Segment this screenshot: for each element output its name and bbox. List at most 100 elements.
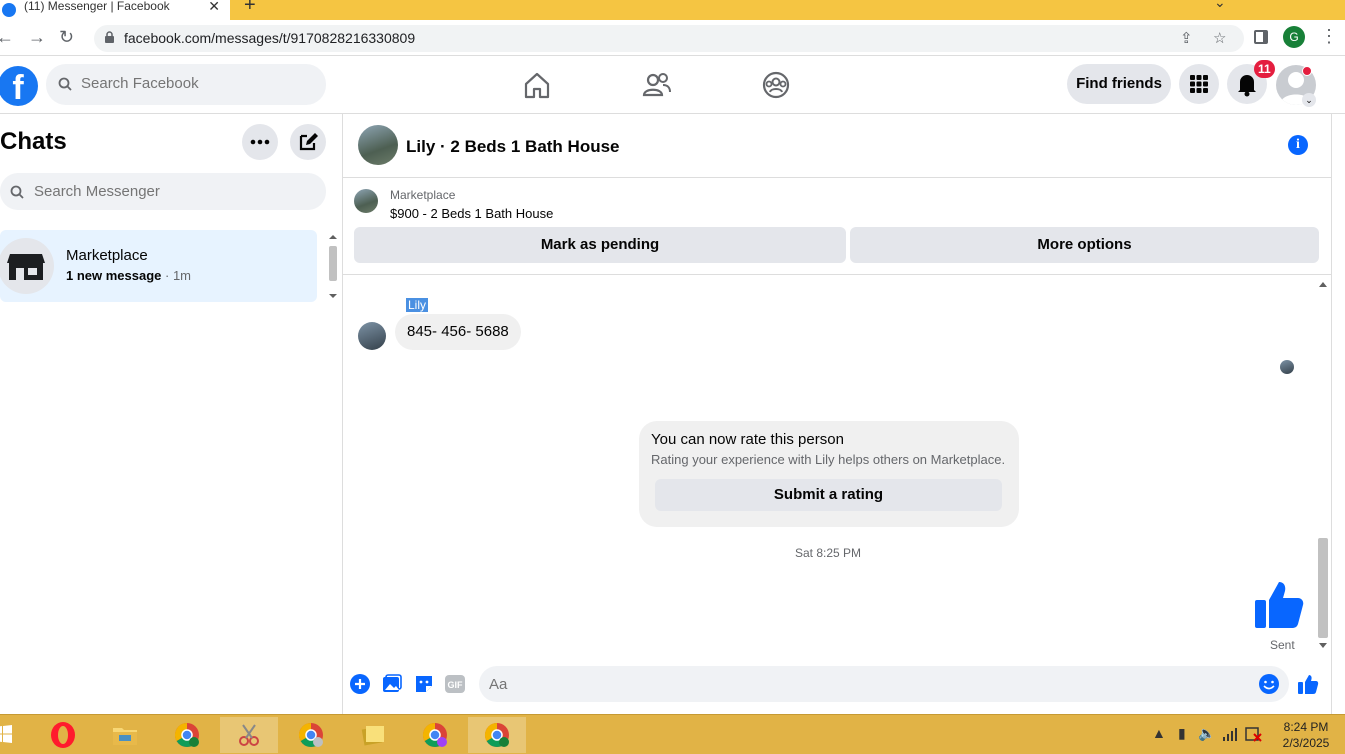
conversation-title[interactable]: Lily · 2 Beds 1 Bath House [406, 137, 620, 157]
tab-search-chevron-icon[interactable]: ⌄ [1214, 0, 1226, 11]
battery-icon[interactable]: ▮ [1178, 725, 1186, 742]
find-friends-button[interactable]: Find friends [1067, 64, 1171, 104]
tab-close-icon[interactable]: ✕ [208, 0, 220, 15]
rating-title: You can now rate this person [651, 431, 844, 448]
search-icon [58, 77, 72, 91]
chat-preview-text: 1 new message [66, 268, 162, 283]
chats-scrollbar[interactable] [327, 232, 339, 302]
compose-icon [299, 133, 318, 151]
taskbar-chrome-profile-2[interactable] [282, 717, 340, 753]
message-input[interactable] [479, 666, 1289, 702]
volume-icon[interactable]: 🔈 [1198, 725, 1215, 742]
listing-thumbnail[interactable] [354, 189, 378, 213]
folder-icon [113, 728, 137, 745]
windows-taskbar: ▲ ▮ 🔈 8:24 PM 2/3/2025 [0, 714, 1345, 754]
chat-time: · 1m [165, 268, 192, 283]
taskbar-chrome-profile-3[interactable] [406, 717, 464, 753]
bookmark-star-icon[interactable]: ☆ [1213, 29, 1226, 47]
facebook-favicon-icon [2, 3, 16, 17]
browser-tab-strip: (11) Messenger | Facebook ✕ + ⌄ [0, 0, 1345, 20]
taskbar-opera[interactable] [34, 717, 92, 753]
browser-tab-messenger[interactable]: (11) Messenger | Facebook ✕ [0, 0, 230, 20]
search-icon [10, 185, 24, 199]
facebook-header: f Find friends 11 ⌄ [0, 56, 1345, 114]
sticky-note-icon [361, 726, 384, 746]
back-arrow-icon[interactable]: ← [0, 27, 14, 48]
new-message-button[interactable] [290, 124, 326, 160]
more-options-button[interactable]: More options [850, 227, 1319, 263]
opera-icon [51, 722, 75, 748]
url-text[interactable]: facebook.com/messages/t/9170828216330809 [124, 30, 415, 46]
send-like-icon[interactable] [1297, 673, 1319, 695]
share-icon[interactable]: ⇪ [1180, 29, 1193, 47]
taskbar-chrome-profile-1[interactable] [158, 717, 216, 753]
rating-prompt-card: You can now rate this person Rating your… [639, 421, 1019, 527]
account-alert-dot [1302, 66, 1312, 76]
listing-source: Marketplace [390, 188, 456, 202]
chats-options-button[interactable] [242, 124, 278, 160]
chrome-icon [174, 723, 199, 748]
conversation-scrollbar[interactable] [1315, 276, 1331, 654]
mark-as-pending-button[interactable]: Mark as pending [354, 227, 846, 263]
sent-status: Sent [1270, 638, 1295, 652]
conversation-header: Lily · 2 Beds 1 Bath House i [343, 114, 1331, 178]
conversation-pane: Lily · 2 Beds 1 Bath House i Marketplace… [343, 114, 1331, 714]
browser-menu-icon[interactable]: ⋮ [1320, 26, 1338, 47]
address-bar[interactable]: facebook.com/messages/t/9170828216330809… [94, 25, 1244, 52]
messenger-search[interactable] [0, 173, 326, 210]
marketplace-avatar [0, 238, 54, 294]
side-panel-icon[interactable] [1254, 30, 1268, 44]
browser-toolbar: ← → ↻ facebook.com/messages/t/9170828216… [0, 20, 1345, 56]
sticker-icon[interactable] [413, 673, 435, 695]
friends-icon[interactable] [642, 70, 672, 100]
facebook-logo[interactable]: f [0, 66, 38, 106]
svg-text:GIF: GIF [448, 680, 464, 690]
info-icon[interactable]: i [1288, 135, 1308, 155]
messenger-search-input[interactable] [34, 183, 254, 200]
facebook-search-input[interactable] [81, 75, 301, 92]
message-bubble[interactable]: 845- 456- 5688 [395, 314, 521, 350]
browser-profile-avatar[interactable]: G [1283, 26, 1305, 48]
emoji-icon[interactable] [1258, 673, 1280, 695]
menu-button[interactable] [1179, 64, 1219, 104]
message-composer: GIF [343, 660, 1331, 710]
chat-list-item[interactable]: Marketplace 1 new message · 1m [0, 230, 317, 302]
taskbar-snipping-tool[interactable] [220, 717, 278, 753]
groups-icon[interactable] [761, 70, 791, 100]
photo-icon[interactable] [381, 673, 403, 695]
conversation-avatar[interactable] [358, 125, 398, 165]
message-list: Lily 845- 456- 5688 You can now rate thi… [343, 276, 1331, 656]
chrome-icon [422, 723, 447, 748]
taskbar-file-explorer[interactable] [96, 717, 154, 753]
rating-subtitle: Rating your experience with Lily helps o… [651, 452, 1006, 467]
gif-icon[interactable]: GIF [444, 673, 466, 695]
reload-icon[interactable]: ↻ [59, 27, 74, 48]
plus-icon[interactable] [349, 673, 371, 695]
more-dots-icon [250, 139, 270, 145]
chat-name: Marketplace [66, 247, 148, 264]
show-hidden-icons-chevron-icon[interactable]: ▲ [1152, 725, 1166, 741]
taskbar-chrome-profile-g[interactable] [468, 717, 526, 753]
facebook-search[interactable] [46, 64, 326, 105]
forward-arrow-icon[interactable]: → [28, 27, 46, 48]
window-right-edge [1331, 114, 1345, 714]
system-clock[interactable]: 8:24 PM 2/3/2025 [1276, 719, 1336, 751]
submit-rating-button[interactable]: Submit a rating [655, 479, 1002, 511]
thumbs-up-icon[interactable] [1251, 576, 1307, 632]
account-chevron-down-icon[interactable]: ⌄ [1302, 93, 1316, 107]
sender-avatar[interactable] [358, 322, 386, 350]
seen-receipt-avatar [1280, 360, 1294, 374]
windows-start-icon[interactable] [0, 725, 12, 743]
network-signal-icon[interactable] [1222, 727, 1238, 741]
tab-title: (11) Messenger | Facebook [24, 0, 170, 13]
home-icon[interactable] [522, 70, 552, 100]
taskbar-sticky-notes[interactable] [344, 717, 402, 753]
marketplace-listing-bar: Marketplace $900 - 2 Beds 1 Bath House M… [343, 179, 1331, 275]
notification-count-badge: 11 [1254, 60, 1275, 78]
action-center-icon[interactable] [1244, 726, 1262, 742]
lock-icon[interactable] [104, 31, 115, 43]
clock-time: 8:24 PM [1283, 720, 1329, 734]
message-timestamp: Sat 8:25 PM [794, 546, 862, 560]
new-tab-button[interactable]: + [244, 0, 256, 17]
listing-title[interactable]: $900 - 2 Beds 1 Bath House [390, 206, 553, 221]
